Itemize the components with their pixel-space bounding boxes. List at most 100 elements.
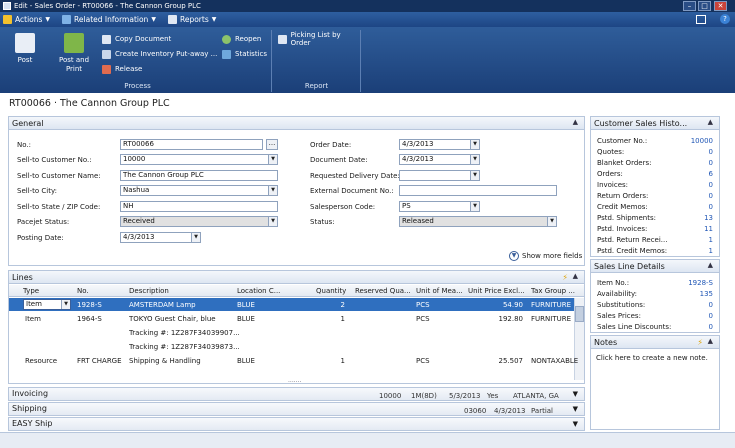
related-information-menu[interactable]: Related Information ▼ [62, 15, 156, 24]
column-no[interactable]: No. [77, 287, 89, 295]
factbox-header[interactable]: Customer Sales Histo... ▲ [591, 117, 719, 130]
collapse-icon[interactable]: ▲ [573, 118, 578, 126]
collapse-icon[interactable]: ▲ [573, 272, 578, 280]
lines-header[interactable]: Lines ⚡ ▲ [9, 271, 584, 284]
status-bar [0, 432, 735, 448]
customer-name-field[interactable]: The Cannon Group PLC [120, 170, 278, 181]
collapse-icon[interactable]: ▲ [708, 261, 713, 269]
column-quantity[interactable]: Quantity [316, 287, 346, 295]
column-unit-price[interactable]: Unit Price Excl... [468, 287, 525, 295]
salesperson-field[interactable]: PS ▼ [399, 201, 480, 212]
collapse-icon[interactable]: ▲ [708, 337, 713, 345]
column-reserved[interactable]: Reserved Qua... [355, 287, 411, 295]
lines-scrollbar[interactable] [574, 298, 584, 380]
window-title-bar: Edit - Sales Order - RT00066 - The Canno… [0, 0, 735, 12]
column-uom[interactable]: Unit of Mea... [416, 287, 463, 295]
fb-item-no: Item No.: 1928-S [597, 279, 713, 287]
fb-pstd-credit-memos: Pstd. Credit Memos: 1 [597, 247, 713, 255]
process-group-label: Process [124, 82, 151, 90]
window-title: Edit - Sales Order - RT00066 - The Canno… [14, 2, 201, 10]
related-info-icon [62, 15, 72, 24]
chevron-down-icon: ▼ [470, 171, 479, 180]
chevron-down-icon[interactable]: ▼ [573, 403, 578, 415]
fb-pstd-shipments: Pstd. Shipments: 13 [597, 214, 713, 222]
chevron-down-icon: ▼ [470, 202, 479, 211]
chevron-down-icon: ▼ [268, 217, 277, 226]
assist-edit-button[interactable]: ... [266, 139, 278, 150]
table-row[interactable]: Item ▼ 1928-S AMSTERDAM Lamp BLUE 2 PCS 5… [9, 298, 574, 311]
fb-sales-line-discounts: Sales Line Discounts: 0 [597, 323, 713, 331]
collapse-icon[interactable]: ▲ [708, 118, 713, 126]
column-description[interactable]: Description [129, 287, 169, 295]
requested-delivery-field[interactable]: ▼ [399, 170, 480, 181]
type-select[interactable]: Item ▼ [23, 299, 71, 310]
report-icon [278, 34, 287, 44]
help-icon[interactable]: ? [720, 14, 730, 24]
external-doc-label: External Document No.: [310, 187, 394, 195]
state-field[interactable]: NH [120, 201, 278, 212]
chevron-down-icon[interactable]: ▼ [573, 388, 578, 400]
fb-pstd-return-receipts: Pstd. Return Recei... 1 [597, 236, 713, 244]
invoicing-fasttab[interactable]: Invoicing 10000 1M(8D) 5/3/2013 Yes ATLA… [8, 387, 585, 401]
window-menu-icon[interactable] [696, 15, 706, 24]
splitter-handle[interactable]: ······· [288, 379, 301, 386]
action-menu-bar: Actions ▼ Related Information ▼ Reports ▼ ? [0, 12, 735, 27]
fb-orders: Orders: 6 [597, 170, 713, 178]
status-field[interactable]: Released ▼ [399, 216, 557, 227]
chevron-down-icon: ▼ [509, 251, 519, 261]
easy-ship-fasttab[interactable]: EASY Ship ▼ [8, 417, 585, 431]
copy-document-button[interactable]: Copy Document [102, 33, 171, 45]
table-row[interactable]: Item 1964-S TOKYO Guest Chair, blue BLUE… [9, 312, 574, 325]
lightning-icon[interactable]: ⚡ [697, 338, 703, 347]
pacejet-status-field[interactable]: Received ▼ [120, 216, 278, 227]
posting-date-field[interactable]: 4/3/2013 ▼ [120, 232, 201, 243]
close-button[interactable]: ✕ [714, 1, 727, 11]
document-date-field[interactable]: 4/3/2013 ▼ [399, 154, 480, 165]
customer-no-field[interactable]: 10000 ▼ [120, 154, 278, 165]
actions-menu[interactable]: Actions ▼ [3, 15, 50, 24]
order-date-field[interactable]: 4/3/2013 ▼ [399, 139, 480, 150]
factbox-header[interactable]: Notes ⚡ ▲ [591, 336, 719, 349]
chevron-down-icon[interactable]: ▼ [573, 418, 578, 430]
reopen-button[interactable]: Reopen [222, 33, 261, 45]
customer-sales-history-factbox: Customer Sales Histo... ▲ Customer No.: 10… [590, 116, 720, 257]
table-row[interactable]: Tracking #: 1Z287F34039907... [9, 326, 574, 339]
column-type[interactable]: Type [23, 287, 39, 295]
create-inventory-putaway-button[interactable]: Create Inventory Put-away ... [102, 48, 217, 60]
chevron-down-icon: ▼ [470, 140, 479, 149]
post-button[interactable]: Post [10, 33, 40, 65]
lightning-icon[interactable]: ⚡ [562, 273, 568, 282]
picking-list-button[interactable]: Picking List by Order [278, 31, 360, 47]
column-tax-group[interactable]: Tax Group ... [531, 287, 575, 295]
column-location[interactable]: Location C... [237, 287, 280, 295]
general-header[interactable]: General ▲ [9, 117, 584, 130]
fb-customer-no: Customer No.: 10000 [597, 137, 713, 145]
fb-sales-prices: Sales Prices: 0 [597, 312, 713, 320]
statistics-button[interactable]: Statistics [222, 48, 267, 60]
minimize-button[interactable]: – [683, 1, 696, 11]
lightning-icon [3, 15, 12, 24]
reports-menu[interactable]: Reports ▼ [167, 15, 216, 24]
factbox-header[interactable]: Sales Line Details ▲ [591, 260, 719, 273]
post-and-print-button[interactable]: Post and Print [54, 33, 94, 74]
pacejet-status-label: Pacejet Status: [17, 218, 70, 226]
chevron-down-icon: ▼ [268, 186, 277, 195]
show-more-fields-link[interactable]: ▼ Show more fields [509, 251, 582, 261]
no-field[interactable]: RT00066 [120, 139, 263, 150]
scroll-thumb[interactable] [575, 306, 584, 322]
create-note-link[interactable]: Click here to create a new note. [596, 354, 708, 362]
table-row[interactable]: Tracking #: 1Z287F34039873... [9, 340, 574, 353]
fb-credit-memos: Credit Memos: 0 [597, 203, 713, 211]
document-date-label: Document Date: [310, 156, 368, 164]
external-doc-field[interactable] [399, 185, 557, 196]
release-button[interactable]: Release [102, 63, 142, 75]
table-row[interactable]: Resource FRT CHARGE Shipping & Handling … [9, 354, 578, 367]
requested-delivery-label: Requested Delivery Date: [310, 172, 400, 180]
city-field[interactable]: Nashua ▼ [120, 185, 278, 196]
fb-substitutions: Substitutions: 0 [597, 301, 713, 309]
city-label: Sell-to City: [17, 187, 57, 195]
maximize-button[interactable]: □ [698, 1, 711, 11]
reopen-icon [222, 34, 231, 44]
report-group-label: Report [304, 82, 329, 90]
shipping-fasttab[interactable]: Shipping 03060 4/3/2013 Partial ▼ [8, 402, 585, 416]
